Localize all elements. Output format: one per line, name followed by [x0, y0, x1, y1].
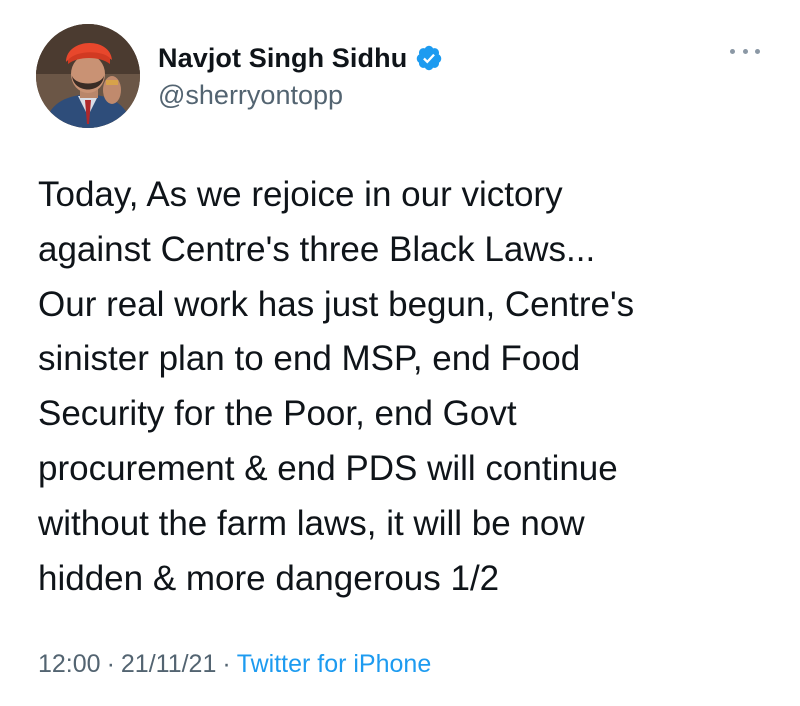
- meta-separator: ·: [106, 650, 115, 678]
- author-info: Navjot Singh Sidhu @sherryontopp: [158, 38, 443, 111]
- more-dot: [742, 48, 748, 54]
- tweet-source-link[interactable]: Twitter for iPhone: [237, 650, 432, 678]
- avatar-image: [36, 24, 140, 128]
- author-handle[interactable]: @sherryontopp: [158, 80, 443, 111]
- tweet-date[interactable]: 21/11/21: [121, 650, 216, 678]
- more-options-icon[interactable]: [730, 44, 760, 58]
- meta-separator: ·: [222, 650, 231, 678]
- name-row: Navjot Singh Sidhu: [158, 38, 443, 78]
- display-name[interactable]: Navjot Singh Sidhu: [158, 43, 407, 74]
- tweet-time[interactable]: 12:00: [38, 650, 101, 678]
- more-dot: [730, 48, 735, 54]
- tweet-text: Today, As we rejoice in our victory agai…: [38, 175, 635, 598]
- more-dot: [755, 48, 760, 54]
- verified-badge-icon: [415, 44, 443, 72]
- tweet-meta: 12:00 · 21/11/21 · Twitter for iPhone: [38, 650, 431, 679]
- avatar[interactable]: [36, 24, 140, 128]
- tweet-card: Navjot Singh Sidhu @sherryontopp Today, …: [0, 0, 800, 706]
